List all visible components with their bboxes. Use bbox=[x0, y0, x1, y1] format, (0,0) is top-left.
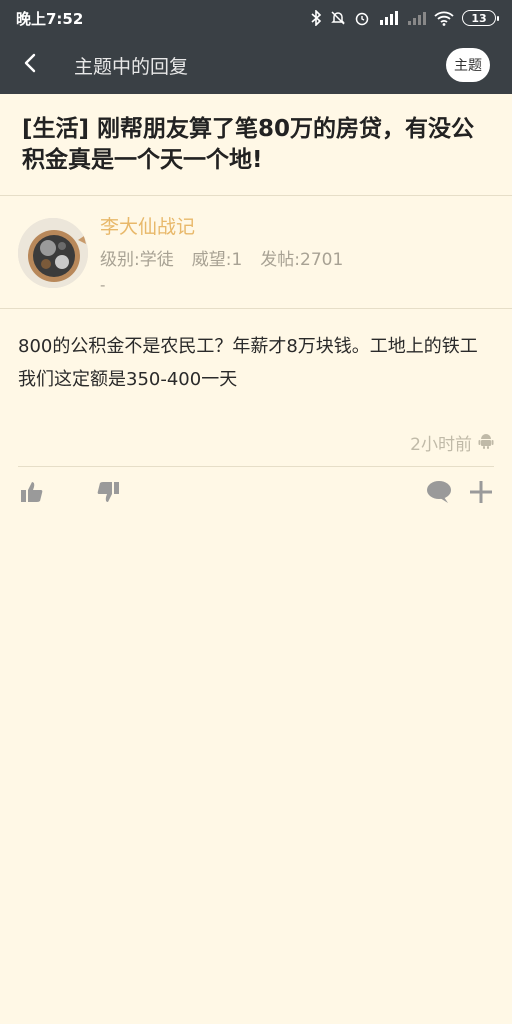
plus-icon bbox=[469, 480, 493, 508]
comment-button[interactable] bbox=[425, 480, 453, 508]
status-icons: 13 bbox=[310, 10, 499, 26]
author-prestige: 威望:1 bbox=[191, 250, 243, 270]
post-body: 800的公积金不是农民工？年薪才8万块钱。工地上的铁工我们这定额是350-400… bbox=[18, 336, 478, 390]
app-bar: 主题中的回复 主题 bbox=[0, 36, 512, 94]
author-post-count: 发帖:2701 bbox=[260, 250, 344, 270]
post-time-text: 2小时前 bbox=[410, 435, 472, 455]
status-time: 晚上7:52 bbox=[16, 9, 84, 28]
status-bar: 晚上7:52 13 bbox=[0, 0, 512, 36]
action-row bbox=[0, 476, 512, 510]
dislike-button[interactable] bbox=[94, 480, 122, 508]
author-level: 级别:学徒 bbox=[100, 250, 174, 270]
signal-weak-icon bbox=[406, 10, 426, 26]
mute-notification-icon bbox=[330, 10, 346, 26]
chevron-left-icon bbox=[23, 53, 37, 77]
signal-hd-icon bbox=[378, 10, 398, 26]
back-button[interactable] bbox=[0, 36, 60, 94]
page-title: 主题中的回复 bbox=[74, 55, 189, 78]
post-time: 2小时前 bbox=[410, 430, 494, 455]
author-name[interactable]: 李大仙战记 bbox=[100, 212, 195, 239]
battery-icon: 13 bbox=[462, 10, 499, 26]
android-icon bbox=[478, 432, 494, 454]
topic-button[interactable]: 主题 bbox=[446, 48, 490, 82]
alarm-icon bbox=[354, 10, 370, 26]
author-signature: - bbox=[100, 276, 106, 294]
divider bbox=[18, 466, 494, 467]
thumbs-up-icon bbox=[20, 481, 44, 507]
comment-icon bbox=[426, 480, 452, 508]
author-block: 李大仙战记 级别:学徒 威望:1 发帖:2701 - bbox=[0, 196, 512, 308]
post-title: [生活] 刚帮朋友算了笔80万的房贷，有没公积金真是一个天一个地! bbox=[22, 116, 475, 173]
avatar[interactable] bbox=[18, 218, 88, 288]
thumbs-down-icon bbox=[96, 481, 120, 507]
bluetooth-icon bbox=[310, 10, 322, 26]
add-button[interactable] bbox=[467, 480, 495, 508]
like-button[interactable] bbox=[18, 480, 46, 508]
author-meta: 级别:学徒 威望:1 发帖:2701 bbox=[100, 245, 343, 270]
divider bbox=[0, 308, 512, 309]
wifi-icon bbox=[434, 10, 454, 26]
